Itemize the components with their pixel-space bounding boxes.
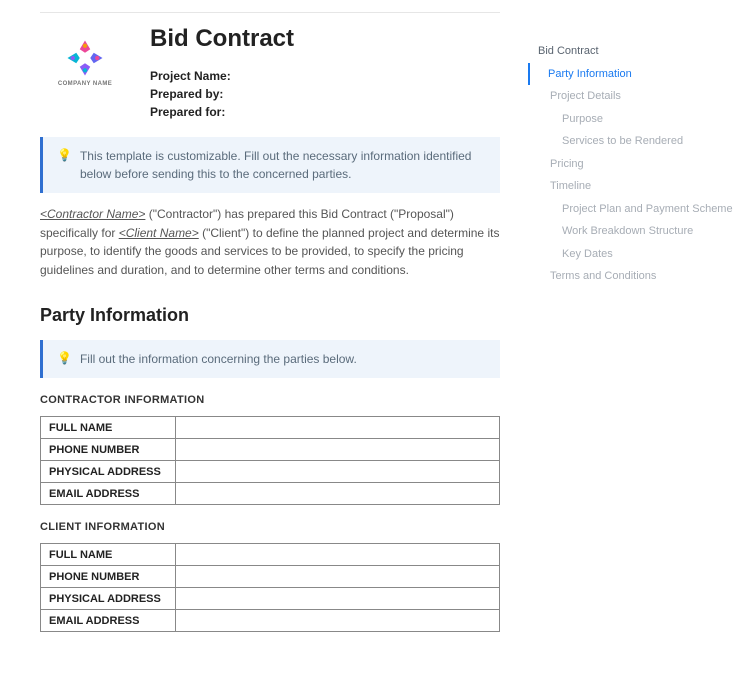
client-address-cell[interactable] bbox=[176, 588, 500, 610]
intro-paragraph: <Contractor Name> ("Contractor") has pre… bbox=[40, 205, 500, 279]
company-logo-icon bbox=[64, 37, 106, 79]
lightbulb-icon: 💡 bbox=[57, 350, 72, 368]
nav-purpose[interactable]: Purpose bbox=[528, 108, 735, 131]
nav-party-information[interactable]: Party Information bbox=[528, 63, 735, 86]
table-row: PHONE NUMBER bbox=[41, 566, 500, 588]
contractor-info-table: FULL NAME PHONE NUMBER PHYSICAL ADDRESS … bbox=[40, 416, 500, 505]
contractor-address-cell[interactable] bbox=[176, 461, 500, 483]
nav-pricing[interactable]: Pricing bbox=[528, 153, 735, 176]
outline-sidebar: Bid Contract Party Information Project D… bbox=[520, 0, 743, 675]
project-name-label: Project Name: bbox=[150, 67, 294, 85]
row-label-address: PHYSICAL ADDRESS bbox=[41, 588, 176, 610]
callout-party-info: 💡 Fill out the information concerning th… bbox=[40, 340, 500, 378]
client-info-heading: CLIENT INFORMATION bbox=[40, 521, 500, 533]
table-row: FULL NAME bbox=[41, 417, 500, 439]
table-row: PHYSICAL ADDRESS bbox=[41, 461, 500, 483]
nav-terms[interactable]: Terms and Conditions bbox=[528, 265, 735, 288]
party-information-heading: Party Information bbox=[40, 305, 500, 326]
prepared-by-label: Prepared by: bbox=[150, 85, 294, 103]
nav-services[interactable]: Services to be Rendered bbox=[528, 130, 735, 153]
main-document: COMPANY NAME Bid Contract Project Name: … bbox=[0, 0, 520, 675]
client-info-table: FULL NAME PHONE NUMBER PHYSICAL ADDRESS … bbox=[40, 543, 500, 632]
prepared-for-label: Prepared for: bbox=[150, 103, 294, 121]
table-row: EMAIL ADDRESS bbox=[41, 610, 500, 632]
callout-party-text: Fill out the information concerning the … bbox=[80, 350, 357, 368]
contractor-placeholder[interactable]: <Contractor Name> bbox=[40, 207, 145, 221]
contractor-phone-cell[interactable] bbox=[176, 439, 500, 461]
document-header: COMPANY NAME Bid Contract Project Name: … bbox=[40, 25, 500, 121]
client-phone-cell[interactable] bbox=[176, 566, 500, 588]
header-text-block: Bid Contract Project Name: Prepared by: … bbox=[150, 25, 294, 121]
page-root: COMPANY NAME Bid Contract Project Name: … bbox=[0, 0, 743, 675]
document-title: Bid Contract bbox=[150, 25, 294, 53]
callout-template-info: 💡 This template is customizable. Fill ou… bbox=[40, 137, 500, 193]
row-label-phone: PHONE NUMBER bbox=[41, 439, 176, 461]
top-divider bbox=[40, 12, 500, 13]
table-row: PHONE NUMBER bbox=[41, 439, 500, 461]
nav-root-bid-contract[interactable]: Bid Contract bbox=[528, 40, 735, 63]
row-label-address: PHYSICAL ADDRESS bbox=[41, 461, 176, 483]
client-fullname-cell[interactable] bbox=[176, 544, 500, 566]
row-label-phone: PHONE NUMBER bbox=[41, 566, 176, 588]
row-label-fullname: FULL NAME bbox=[41, 544, 176, 566]
table-row: PHYSICAL ADDRESS bbox=[41, 588, 500, 610]
row-label-fullname: FULL NAME bbox=[41, 417, 176, 439]
callout-text: This template is customizable. Fill out … bbox=[80, 147, 486, 183]
lightbulb-icon: 💡 bbox=[57, 147, 72, 183]
nav-work-breakdown[interactable]: Work Breakdown Structure bbox=[528, 220, 735, 243]
company-logo-block: COMPANY NAME bbox=[40, 25, 130, 87]
contractor-info-heading: CONTRACTOR INFORMATION bbox=[40, 394, 500, 406]
nav-key-dates[interactable]: Key Dates bbox=[528, 243, 735, 266]
client-placeholder[interactable]: <Client Name> bbox=[119, 226, 199, 240]
contractor-email-cell[interactable] bbox=[176, 483, 500, 505]
nav-project-plan[interactable]: Project Plan and Payment Scheme bbox=[528, 198, 735, 221]
table-row: FULL NAME bbox=[41, 544, 500, 566]
nav-project-details[interactable]: Project Details bbox=[528, 85, 735, 108]
client-email-cell[interactable] bbox=[176, 610, 500, 632]
table-row: EMAIL ADDRESS bbox=[41, 483, 500, 505]
nav-timeline[interactable]: Timeline bbox=[528, 175, 735, 198]
row-label-email: EMAIL ADDRESS bbox=[41, 610, 176, 632]
contractor-fullname-cell[interactable] bbox=[176, 417, 500, 439]
row-label-email: EMAIL ADDRESS bbox=[41, 483, 176, 505]
company-name-label: COMPANY NAME bbox=[58, 81, 112, 87]
